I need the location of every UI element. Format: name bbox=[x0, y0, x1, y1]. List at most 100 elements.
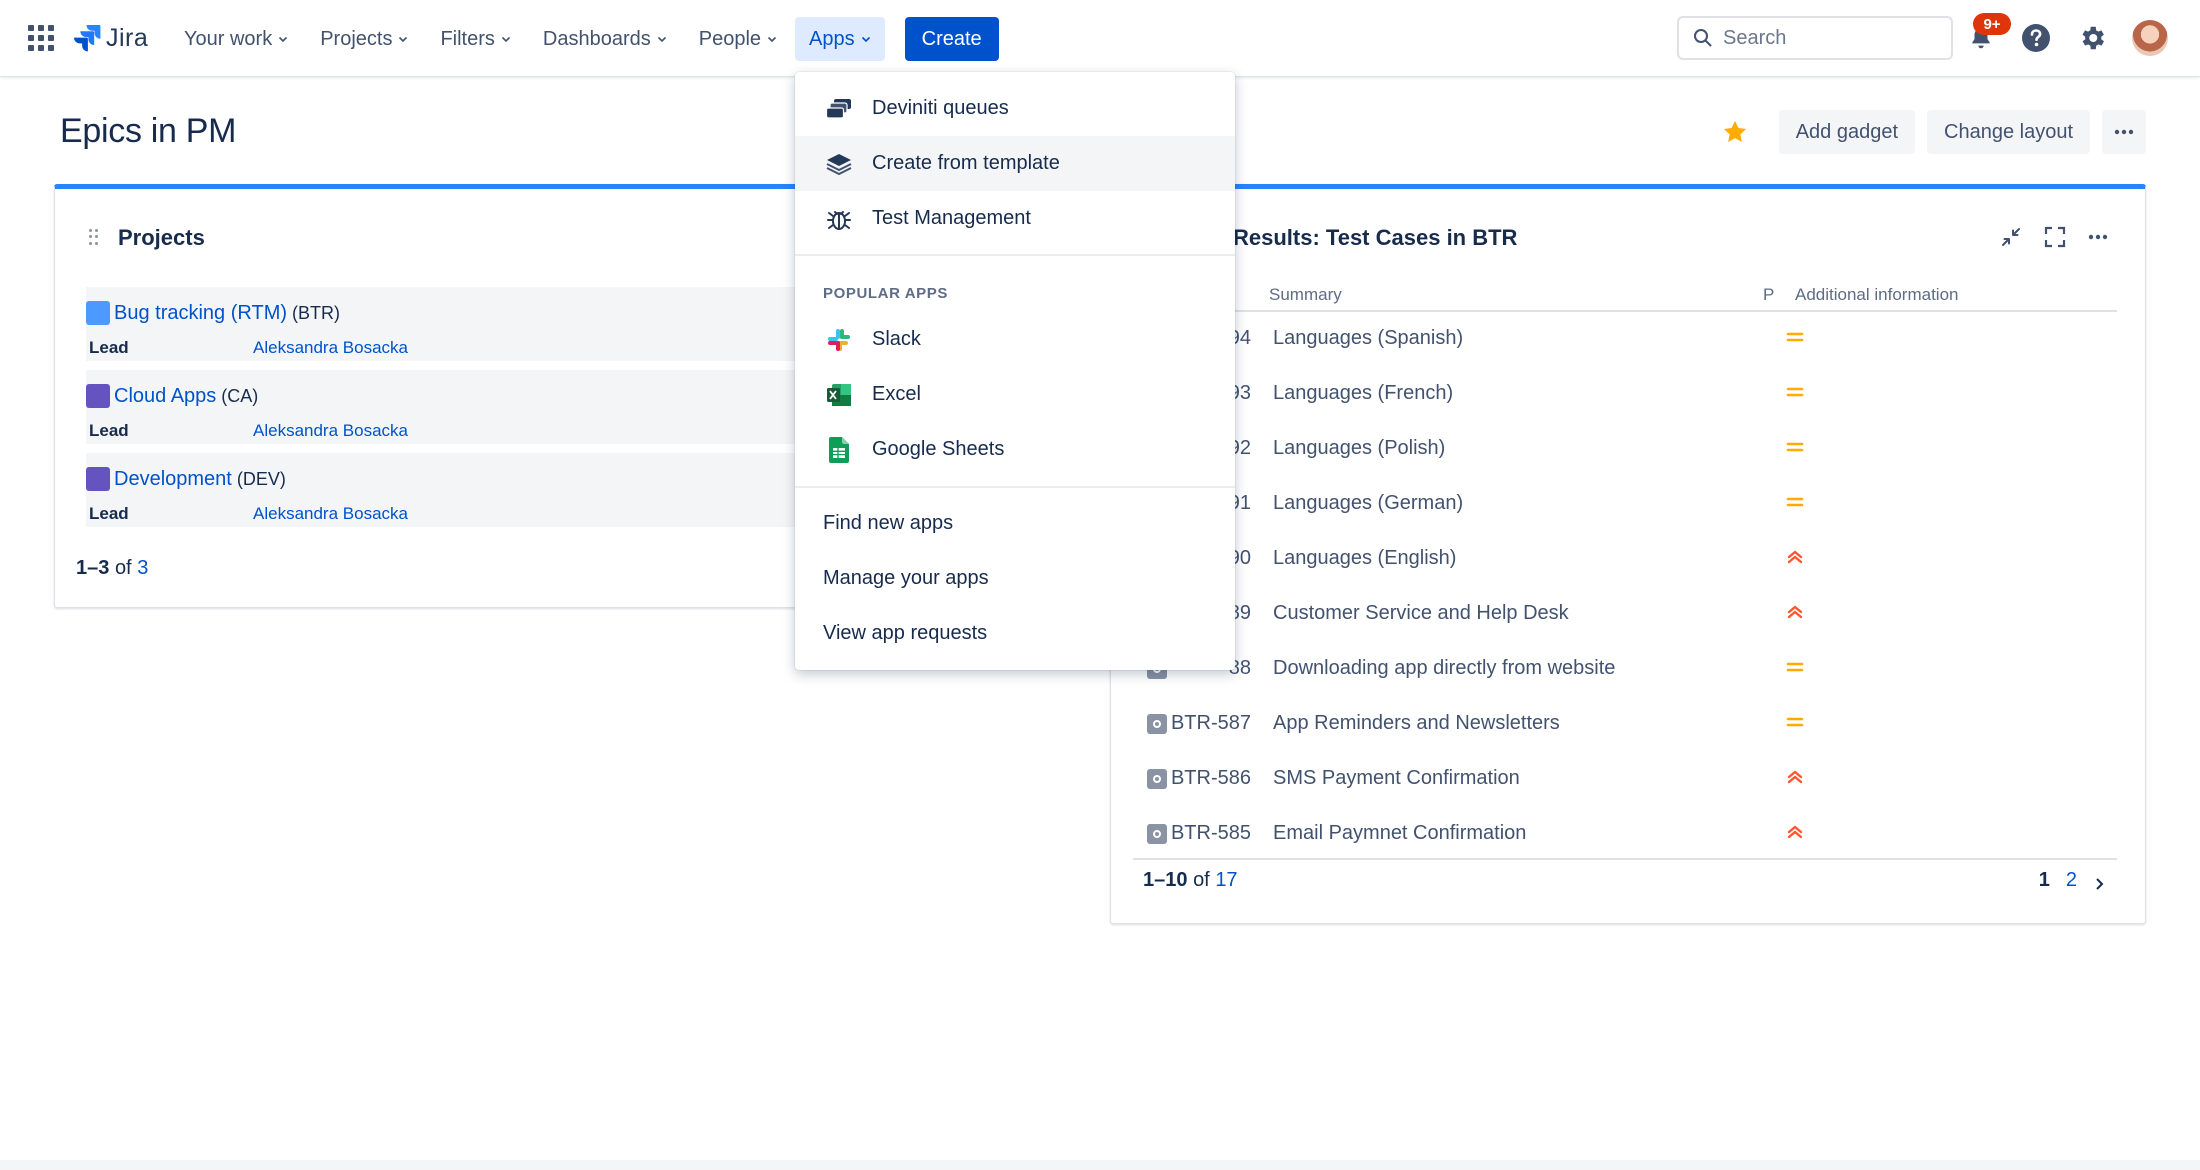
issue-summary[interactable]: Downloading app directly from website bbox=[1273, 657, 1615, 680]
popular-apps-heading: POPULAR APPS bbox=[823, 285, 948, 302]
add-gadget-button[interactable]: Add gadget bbox=[1778, 110, 1916, 154]
nav-projects[interactable]: Projects bbox=[306, 17, 422, 61]
table-row[interactable]: 91 Languages (German) bbox=[1133, 477, 2117, 532]
pager-range: 1–10 bbox=[1143, 869, 1188, 891]
chevron-down-icon bbox=[279, 36, 288, 43]
nav-people-label: People bbox=[698, 27, 762, 50]
lead-label: Lead bbox=[89, 338, 129, 357]
project-avatar-icon bbox=[86, 301, 110, 325]
table-row[interactable]: BTR-585 Email Paymnet Confirmation bbox=[1133, 807, 2117, 862]
issue-summary[interactable]: Languages (Polish) bbox=[1273, 437, 1445, 460]
lead-link[interactable]: Aleksandra Bosacka bbox=[253, 504, 408, 524]
menu-item-view-app-requests[interactable]: View app requests bbox=[795, 606, 1235, 661]
project-link[interactable]: Cloud Apps bbox=[114, 385, 216, 408]
table-row[interactable]: 94 Languages (Spanish) bbox=[1133, 312, 2117, 367]
avatar[interactable] bbox=[2132, 20, 2168, 56]
help-button[interactable] bbox=[2018, 20, 2054, 56]
chevron-down-icon bbox=[501, 36, 510, 43]
menu-item-manage-your-apps[interactable]: Manage your apps bbox=[795, 551, 1235, 606]
priority-medium-icon bbox=[1786, 662, 1804, 672]
results-gadget-title: Results: Test Cases in BTR bbox=[1233, 225, 1518, 250]
nav-your-work[interactable]: Your work bbox=[170, 17, 302, 61]
minimize-icon bbox=[2002, 228, 2020, 246]
menu-item-deviniti-queues[interactable]: Deviniti queues bbox=[795, 81, 1235, 136]
jira-logo-icon bbox=[74, 25, 101, 52]
issue-summary[interactable]: SMS Payment Confirmation bbox=[1273, 767, 1520, 790]
column-additional-info[interactable]: Additional information bbox=[1795, 285, 1958, 305]
minimize-button[interactable] bbox=[1995, 221, 2027, 253]
menu-item-create-from-template[interactable]: Create from template bbox=[795, 136, 1235, 191]
page-next[interactable]: 2 bbox=[2066, 869, 2077, 892]
chevron-down-icon bbox=[767, 36, 777, 43]
priority-high-icon bbox=[1787, 825, 1803, 839]
column-priority[interactable]: P bbox=[1763, 285, 1774, 305]
search-input[interactable] bbox=[1723, 26, 1923, 50]
nav-people[interactable]: People bbox=[685, 17, 791, 61]
table-row[interactable]: BTR-586 SMS Payment Confirmation bbox=[1133, 752, 2117, 807]
project-link[interactable]: Bug tracking (RTM) bbox=[114, 302, 287, 325]
menu-item-label: Google Sheets bbox=[872, 438, 1005, 460]
pager-of: of bbox=[114, 557, 132, 579]
app-switcher-icon[interactable] bbox=[28, 25, 54, 51]
nav-filters[interactable]: Filters bbox=[426, 17, 524, 61]
jira-logo[interactable]: Jira bbox=[72, 22, 148, 54]
nav-your-work-label: Your work bbox=[184, 27, 273, 50]
issue-summary[interactable]: Languages (English) bbox=[1273, 547, 1456, 570]
pager-total[interactable]: 3 bbox=[137, 557, 148, 579]
pagination: 1 2 bbox=[2039, 869, 2105, 892]
nav-projects-label: Projects bbox=[320, 27, 393, 50]
chevron-right-icon[interactable] bbox=[2093, 877, 2105, 891]
search-box[interactable] bbox=[1677, 16, 1953, 60]
issue-summary[interactable]: App Reminders and Newsletters bbox=[1273, 712, 1560, 735]
table-row[interactable]: 90 Languages (English) bbox=[1133, 532, 2117, 587]
priority-medium-icon bbox=[1786, 442, 1804, 452]
create-button[interactable]: Create bbox=[904, 17, 999, 61]
gadget-more-button[interactable] bbox=[2082, 221, 2114, 253]
menu-item-test-management[interactable]: Test Management bbox=[795, 191, 1235, 246]
nav-menu: Your work Projects Filters Dashboards Pe… bbox=[170, 17, 999, 61]
lead-link[interactable]: Aleksandra Bosacka bbox=[253, 421, 408, 441]
column-summary[interactable]: Summary bbox=[1269, 285, 1342, 305]
dashboard-actions: Add gadget Change layout bbox=[1721, 110, 2146, 154]
pager-total[interactable]: 17 bbox=[1215, 869, 1237, 891]
help-icon bbox=[2022, 24, 2050, 52]
table-row[interactable]: 92 Languages (Polish) bbox=[1133, 422, 2117, 477]
nav-apps[interactable]: Apps bbox=[795, 17, 885, 61]
menu-item-slack[interactable]: Slack bbox=[795, 312, 1235, 367]
issue-key[interactable]: BTR-585 bbox=[1171, 822, 1251, 845]
nav-dashboards[interactable]: Dashboards bbox=[529, 17, 681, 61]
table-row[interactable]: BTR-587 App Reminders and Newsletters bbox=[1133, 697, 2117, 752]
table-row[interactable]: 89 Customer Service and Help Desk bbox=[1133, 587, 2117, 642]
priority-high-icon bbox=[1787, 605, 1803, 619]
table-row[interactable]: 93 Languages (French) bbox=[1133, 367, 2117, 422]
issue-summary[interactable]: Languages (German) bbox=[1273, 492, 1463, 515]
project-avatar-icon bbox=[86, 384, 110, 408]
lead-label: Lead bbox=[89, 504, 129, 523]
change-layout-button[interactable]: Change layout bbox=[1927, 110, 2090, 154]
issue-summary[interactable]: Customer Service and Help Desk bbox=[1273, 602, 1569, 625]
table-row[interactable]: 88 Downloading app directly from website bbox=[1133, 642, 2117, 697]
page-current[interactable]: 1 bbox=[2039, 869, 2050, 892]
more-actions-button[interactable] bbox=[2102, 110, 2146, 154]
menu-item-label: Slack bbox=[872, 328, 921, 350]
menu-item-excel[interactable]: Excel bbox=[795, 367, 1235, 422]
issue-key[interactable]: BTR-586 bbox=[1171, 767, 1251, 790]
settings-button[interactable] bbox=[2074, 20, 2110, 56]
menu-item-label: Deviniti queues bbox=[872, 97, 1009, 119]
fullscreen-icon bbox=[2044, 226, 2066, 248]
star-icon[interactable] bbox=[1721, 118, 1749, 146]
issue-summary[interactable]: Languages (Spanish) bbox=[1273, 327, 1463, 350]
fullscreen-button[interactable] bbox=[2039, 221, 2071, 253]
project-link[interactable]: Development bbox=[114, 468, 232, 491]
issue-key[interactable]: BTR-587 bbox=[1171, 712, 1251, 735]
top-navigation: Jira Your work Projects Filters Dashboar… bbox=[0, 0, 2200, 77]
lead-link[interactable]: Aleksandra Bosacka bbox=[253, 338, 408, 358]
menu-item-find-new-apps[interactable]: Find new apps bbox=[795, 496, 1235, 551]
chevron-down-icon bbox=[399, 36, 408, 43]
menu-item-google-sheets[interactable]: Google Sheets bbox=[795, 422, 1235, 477]
issue-summary[interactable]: Email Paymnet Confirmation bbox=[1273, 822, 1526, 845]
priority-medium-icon bbox=[1786, 497, 1804, 507]
table-footer-divider bbox=[1133, 858, 2117, 860]
drag-handle-icon[interactable] bbox=[89, 229, 101, 245]
issue-summary[interactable]: Languages (French) bbox=[1273, 382, 1453, 405]
